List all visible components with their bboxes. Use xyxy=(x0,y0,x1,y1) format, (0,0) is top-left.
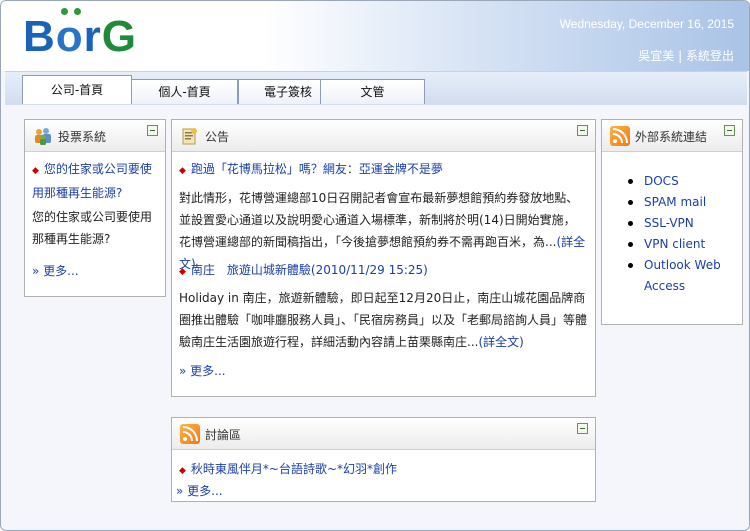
discussion-panel: 討論區 ◆ 秋時東風伴月*~台語詩歌~*幻羽*創作 » 更多... xyxy=(171,417,596,502)
vote-question-link[interactable]: ◆ 您的住家或公司要使用那種再生能源? xyxy=(32,158,162,204)
bullet-icon: ◆ xyxy=(179,166,186,176)
minimize-button[interactable] xyxy=(577,125,588,136)
link-docs[interactable]: DOCS xyxy=(624,171,739,192)
external-links-panel: 外部系統連結 DOCS SPAM mail SSL-VPN VPN client… xyxy=(601,119,743,325)
header: BorG Wednesday, December 16, 2015 吳宜美 | … xyxy=(1,1,749,71)
announcement-panel: 公告 ◆ 跑過「花博馬拉松」嗎？網友：亞運金牌不是夢 對此情形，花博營運總部10日… xyxy=(171,119,596,397)
vote-panel: 投票系統 ◆ 您的住家或公司要使用那種再生能源? 您的住家或公司要使用那種再生能源… xyxy=(24,119,166,297)
announcement-more-link[interactable]: » 更多... xyxy=(179,362,226,379)
link-spam-mail[interactable]: SPAM mail xyxy=(624,192,739,213)
read-more-link[interactable]: (詳全文) xyxy=(478,335,523,349)
discussion-item[interactable]: ◆ 秋時東風伴月*~台語詩歌~*幻羽*創作 xyxy=(179,460,397,477)
tab-bar: 公司-首頁 個人-首頁 電子簽核 文管 xyxy=(5,71,747,105)
link-outlook-web-access[interactable]: Outlook Web Access xyxy=(624,255,739,297)
announcement-panel-header: 公告 xyxy=(172,120,595,152)
announcement-item-2-title[interactable]: ◆ 南庄 旅遊山城新體驗(2010/11/29 15:25) xyxy=(179,261,428,278)
borg-logo[interactable]: BorG xyxy=(23,8,137,59)
announcement-item-1-title[interactable]: ◆ 跑過「花博馬拉松」嗎？網友：亞運金牌不是夢 xyxy=(179,160,443,177)
link-vpn-client[interactable]: VPN client xyxy=(624,234,739,255)
minimize-button[interactable] xyxy=(147,125,158,136)
discussion-more-link[interactable]: » 更多... xyxy=(176,482,223,499)
rss-icon xyxy=(610,126,630,146)
user-name[interactable]: 吳宜美 xyxy=(638,49,674,63)
discussion-panel-title: 討論區 xyxy=(205,428,242,442)
separator: | xyxy=(674,49,686,63)
external-links-panel-header: 外部系統連結 xyxy=(602,120,742,152)
vote-panel-title: 投票系統 xyxy=(58,130,107,144)
current-date: Wednesday, December 16, 2015 xyxy=(559,17,734,31)
users-icon xyxy=(33,126,53,146)
bullet-icon: ◆ xyxy=(32,166,39,176)
logout-link[interactable]: 系統登出 xyxy=(686,49,734,63)
notice-icon xyxy=(180,126,200,146)
user-bar: 吳宜美 | 系統登出 xyxy=(638,47,734,64)
rss-icon xyxy=(180,424,200,444)
vote-more-link[interactable]: » 更多... xyxy=(32,262,79,279)
vote-panel-header: 投票系統 xyxy=(25,120,165,152)
external-links-list: DOCS SPAM mail SSL-VPN VPN client Outloo… xyxy=(624,171,739,297)
app-window: BorG Wednesday, December 16, 2015 吳宜美 | … xyxy=(0,0,750,531)
tab-company-home[interactable]: 公司-首頁 xyxy=(22,75,132,104)
discussion-panel-header: 討論區 xyxy=(172,418,595,450)
external-links-panel-title: 外部系統連結 xyxy=(635,130,708,144)
announcement-item-2-body: Holiday in 南庄，旅遊新體驗，即日起至12月20日止，南庄山城花園品牌… xyxy=(179,291,588,349)
tab-document-mgmt[interactable]: 文管 xyxy=(320,79,425,104)
link-ssl-vpn[interactable]: SSL-VPN xyxy=(624,213,739,234)
bullet-icon: ◆ xyxy=(179,267,186,277)
bullet-icon: ◆ xyxy=(179,466,186,476)
umlaut-dots xyxy=(60,8,83,16)
announcement-panel-title: 公告 xyxy=(205,130,230,144)
minimize-button[interactable] xyxy=(577,423,588,434)
tab-personal-home[interactable]: 個人-首頁 xyxy=(131,79,238,104)
vote-question-text: 您的住家或公司要使用那種再生能源? xyxy=(32,210,153,246)
minimize-button[interactable] xyxy=(724,125,735,136)
